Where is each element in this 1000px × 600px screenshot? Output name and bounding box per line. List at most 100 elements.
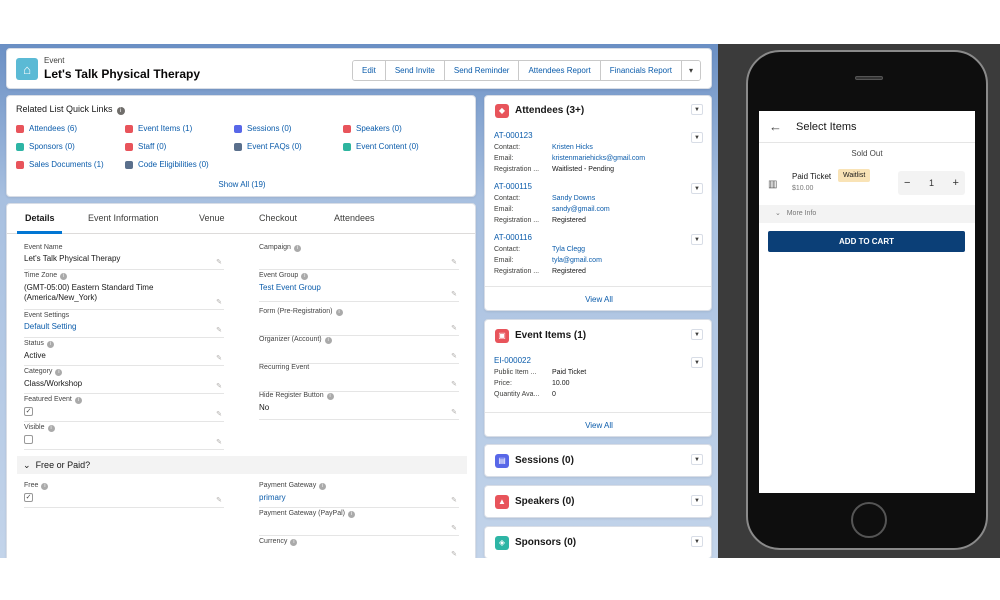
more-actions-chevron-down-icon[interactable]: ▾	[681, 61, 700, 80]
card-menu-chevron-down-icon[interactable]: ▼	[691, 329, 703, 340]
tab-event-information[interactable]: Event Information	[88, 213, 159, 223]
help-icon: i	[41, 483, 49, 490]
sponsors-title[interactable]: Sponsors (0)	[515, 537, 576, 548]
quick-link-label: Code Eligibilities (0)	[138, 160, 209, 169]
event-settings-link[interactable]: Default Setting	[24, 322, 224, 332]
tab-venue[interactable]: Venue	[199, 213, 225, 223]
more-info-toggle[interactable]: ⌄ More Info	[759, 205, 975, 223]
row-menu-chevron-down-icon[interactable]: ▼	[691, 234, 703, 245]
event-content-icon	[343, 142, 351, 151]
payment-gateway-link[interactable]: primary	[259, 493, 459, 503]
field-time-zone: Time Zone i (GMT-05:00) Eastern Standard …	[24, 272, 224, 310]
card-menu-chevron-down-icon[interactable]: ▼	[691, 104, 703, 115]
edit-pencil-icon[interactable]: ✎	[451, 352, 457, 360]
edit-pencil-icon[interactable]: ✎	[216, 382, 222, 390]
registration-status: Registered	[552, 217, 586, 224]
record-key: Registration ...	[494, 268, 540, 275]
edit-pencil-icon[interactable]: ✎	[451, 380, 457, 388]
email-link[interactable]: kristenmariehicks@gmail.com	[552, 155, 645, 162]
phone-home-button[interactable]	[851, 502, 887, 538]
show-all-link[interactable]: Show All (19)	[7, 180, 475, 189]
send-invite-button[interactable]: Send Invite	[385, 61, 445, 80]
attendees-report-button[interactable]: Attendees Report	[519, 61, 601, 80]
field-label-text: Status	[24, 340, 44, 347]
edit-pencil-icon[interactable]: ✎	[216, 298, 222, 306]
edit-pencil-icon[interactable]: ✎	[451, 524, 457, 532]
field-visible: Visible i ✎	[24, 424, 224, 450]
quick-link-sponsors[interactable]: Sponsors (0)	[16, 142, 75, 151]
edit-pencil-icon[interactable]: ✎	[216, 438, 222, 446]
section-free-or-paid[interactable]: ⌄ Free or Paid?	[17, 456, 467, 474]
event-group-link[interactable]: Test Event Group	[259, 283, 459, 293]
view-all-link[interactable]: View All	[485, 412, 711, 436]
staff-icon	[125, 142, 133, 151]
event-item-record-link[interactable]: EI-000022	[494, 356, 531, 365]
financials-report-button[interactable]: Financials Report	[600, 61, 682, 80]
tab-attendees[interactable]: Attendees	[334, 213, 375, 223]
quick-link-attendees[interactable]: Attendees (6)	[16, 124, 77, 133]
edit-pencil-icon[interactable]: ✎	[216, 354, 222, 362]
quantity-value[interactable]: 1	[929, 178, 934, 188]
event-object-icon: ⌂	[16, 58, 38, 80]
quick-link-event-items[interactable]: Event Items (1)	[125, 124, 192, 133]
contact-link[interactable]: Kristen Hicks	[552, 144, 593, 151]
add-to-cart-button[interactable]: ADD TO CART	[768, 231, 965, 252]
attendee-record-link[interactable]: AT-000116	[494, 233, 532, 242]
ticket-icon: ▥	[768, 179, 778, 190]
row-menu-chevron-down-icon[interactable]: ▼	[691, 132, 703, 143]
minus-icon[interactable]: −	[904, 177, 910, 189]
help-icon: i	[335, 309, 343, 316]
speakers-title[interactable]: Speakers (0)	[515, 496, 574, 507]
row-menu-chevron-down-icon[interactable]: ▼	[691, 183, 703, 194]
card-menu-chevron-down-icon[interactable]: ▼	[691, 454, 703, 465]
event-items-title[interactable]: Event Items (1)	[515, 330, 586, 341]
card-menu-chevron-down-icon[interactable]: ▼	[691, 495, 703, 506]
quick-link-staff[interactable]: Staff (0)	[125, 142, 166, 151]
plus-icon[interactable]: +	[953, 177, 959, 189]
contact-link[interactable]: Sandy Downs	[552, 195, 595, 202]
edit-pencil-icon[interactable]: ✎	[451, 258, 457, 266]
quick-link-label: Sessions (0)	[247, 124, 292, 133]
quick-link-sessions[interactable]: Sessions (0)	[234, 124, 291, 133]
field-label: Featured Event i	[24, 396, 224, 404]
field-label-text: Currency	[259, 538, 288, 545]
record-key: Contact:	[494, 246, 521, 253]
attendees-title[interactable]: Attendees (3+)	[515, 105, 584, 116]
contact-link[interactable]: Tyla Clegg	[552, 246, 585, 253]
edit-pencil-icon[interactable]: ✎	[216, 326, 222, 334]
row-menu-chevron-down-icon[interactable]: ▼	[691, 357, 703, 368]
view-all-link[interactable]: View All	[485, 286, 711, 310]
tab-checkout[interactable]: Checkout	[259, 213, 297, 223]
field-label-text: Organizer (Account)	[259, 336, 322, 343]
quick-link-code-eligibilities[interactable]: Code Eligibilities (0)	[125, 160, 209, 169]
edit-pencil-icon[interactable]: ✎	[451, 290, 457, 298]
field-category: Category i Class/Workshop ✎	[24, 368, 224, 394]
field-form-pre-registration: Form (Pre-Registration) i ✎	[259, 308, 459, 336]
active-tab-indicator	[17, 231, 62, 234]
edit-pencil-icon[interactable]: ✎	[451, 324, 457, 332]
field-value: (GMT-05:00) Eastern Standard Time (Ameri…	[24, 283, 154, 302]
send-reminder-button[interactable]: Send Reminder	[444, 61, 520, 80]
sessions-title[interactable]: Sessions (0)	[515, 455, 574, 466]
field-value: Active	[24, 351, 46, 360]
edit-pencil-icon[interactable]: ✎	[451, 408, 457, 416]
quick-link-event-content[interactable]: Event Content (0)	[343, 142, 419, 151]
speakers-card: ▲ Speakers (0) ▼	[484, 485, 712, 518]
email-link[interactable]: sandy@gmail.com	[552, 206, 610, 213]
edit-pencil-icon[interactable]: ✎	[216, 496, 222, 504]
attendee-record-link[interactable]: AT-000115	[494, 182, 532, 191]
quick-link-event-faqs[interactable]: Event FAQs (0)	[234, 142, 302, 151]
tab-details[interactable]: Details	[25, 213, 55, 223]
edit-pencil-icon[interactable]: ✎	[451, 550, 457, 558]
back-arrow-icon[interactable]: ←	[769, 119, 782, 134]
edit-pencil-icon[interactable]: ✎	[216, 410, 222, 418]
email-link[interactable]: tyla@gmail.com	[552, 257, 602, 264]
attendee-record-link[interactable]: AT-000123	[494, 131, 533, 140]
quick-link-speakers[interactable]: Speakers (0)	[343, 124, 402, 133]
edit-button[interactable]: Edit	[353, 61, 386, 80]
edit-pencil-icon[interactable]: ✎	[216, 258, 222, 266]
card-menu-chevron-down-icon[interactable]: ▼	[691, 536, 703, 547]
edit-pencil-icon[interactable]: ✎	[451, 496, 457, 504]
quick-link-sales-documents[interactable]: Sales Documents (1)	[16, 160, 104, 169]
details-card: Details Event Information Venue Checkout…	[6, 203, 476, 558]
